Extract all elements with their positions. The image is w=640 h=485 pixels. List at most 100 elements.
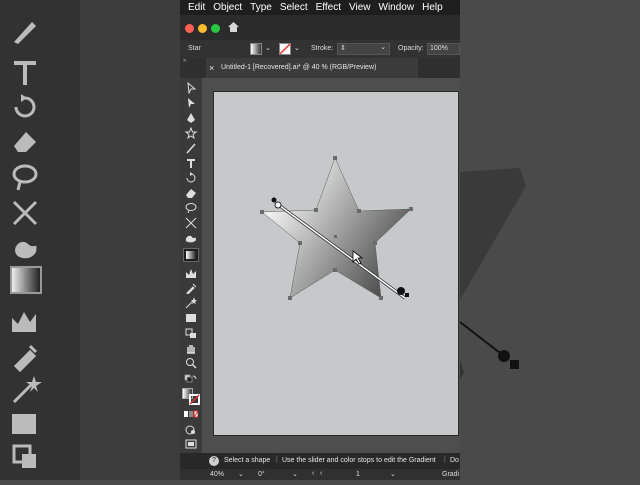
direct-selection-tool-icon[interactable]	[184, 82, 198, 94]
stroke-weight-chevron-down-icon[interactable]: ⌄	[380, 43, 386, 51]
stroke-stepper-icon[interactable]: ⇕	[340, 44, 346, 52]
blob-icon	[15, 241, 37, 259]
background-right-panel	[459, 0, 640, 480]
title-bar	[180, 15, 460, 40]
previous-artboard-icon[interactable]: ‹	[312, 470, 314, 477]
eyedropper-icon	[13, 344, 38, 372]
stroke-none-swatch-icon[interactable]	[279, 43, 291, 55]
menu-edit[interactable]: Edit	[188, 2, 205, 13]
eyedropper-tool-icon[interactable]	[184, 282, 198, 294]
zoom-level[interactable]: 40%	[210, 471, 224, 478]
rotate-tool-icon[interactable]	[184, 172, 198, 184]
status-bar: ? Select a shape | Use the slider and co…	[180, 453, 460, 469]
artboard[interactable]	[214, 92, 458, 435]
chart-icon	[12, 312, 36, 332]
menu-view[interactable]: View	[349, 2, 371, 13]
brush-icon	[14, 22, 36, 44]
color-mode-icons[interactable]	[184, 408, 198, 420]
opacity-field[interactable]: 100%	[427, 43, 460, 55]
stroke-dropdown-chevron-down-icon[interactable]: ⌄	[294, 44, 300, 52]
menu-help[interactable]: Help	[422, 2, 443, 13]
zoom-chevron-down-icon[interactable]: ⌄	[238, 470, 244, 478]
scissors-tool-icon[interactable]	[184, 217, 198, 229]
object-type-label: Star	[188, 45, 201, 52]
artboard-chevron-down-icon[interactable]: ⌄	[390, 470, 396, 478]
artboard-tool-icon[interactable]	[184, 327, 198, 339]
fill-swatch[interactable]	[250, 43, 262, 55]
selection-tool-icon[interactable]	[184, 97, 198, 109]
rotate-icon	[14, 94, 36, 118]
background-left-strip	[80, 0, 180, 480]
menu-effect[interactable]: Effect	[316, 2, 341, 13]
gradient-tool-button[interactable]	[183, 248, 199, 262]
gradient-end-stop[interactable]	[397, 287, 405, 295]
status-hint-gradient: Use the slider and color stops to edit t…	[282, 457, 436, 464]
previous-artboard-icon[interactable]: ‹	[320, 470, 322, 477]
document-tab[interactable]: × Untitled-1 [Recovered].ai* @ 40 % (RGB…	[206, 58, 418, 78]
default-fill-stroke-icon[interactable]	[184, 374, 198, 386]
slice-tool-icon[interactable]	[184, 312, 198, 324]
fill-dropdown-chevron-down-icon[interactable]: ⌄	[265, 44, 271, 52]
type-tool-icon[interactable]	[184, 157, 198, 169]
status-hint-select: Select a shape	[224, 457, 271, 464]
status-divider: |	[276, 456, 278, 463]
draw-mode-icon[interactable]	[184, 424, 198, 436]
star-tool-icon[interactable]	[184, 127, 198, 139]
gradient-start-stop[interactable]	[274, 201, 282, 209]
artboard-icon	[12, 444, 36, 468]
scissors-icon	[12, 200, 38, 226]
mesh-tool-icon[interactable]	[184, 267, 198, 279]
illustrator-window: Edit Object Type Select Effect View Wind…	[180, 0, 460, 480]
status-hint-more: Do	[450, 457, 459, 464]
fill-stroke-widget[interactable]	[182, 388, 200, 405]
paintbrush-tool-icon[interactable]	[184, 142, 198, 154]
zoom-window-button[interactable]	[211, 24, 220, 33]
close-window-button[interactable]	[185, 24, 194, 33]
gradient-end-handle[interactable]	[405, 293, 409, 297]
zoom-tool-icon[interactable]	[184, 357, 198, 369]
pen-tool-icon[interactable]	[184, 112, 198, 124]
gradient-tool-icon	[10, 266, 42, 294]
hand-tool-icon[interactable]	[184, 342, 198, 354]
shape-builder-tool-icon[interactable]	[184, 232, 198, 244]
control-bar: Star ⌄ ⌄ Stroke: ⇕ ⌄ Opacity: 100%	[180, 40, 460, 58]
magic-wand-icon	[12, 376, 42, 404]
gradient-tool-icon	[186, 251, 196, 259]
artboard-number[interactable]: 1	[356, 471, 360, 478]
tools-panel	[180, 78, 202, 453]
type-icon	[14, 61, 36, 85]
menu-window[interactable]: Window	[379, 2, 415, 13]
lasso-tool-icon[interactable]	[184, 202, 198, 214]
canvas-area[interactable]	[202, 78, 460, 453]
close-tab-icon[interactable]: ×	[209, 58, 214, 78]
stroke-label: Stroke:	[311, 45, 334, 52]
opacity-value: 100%	[430, 45, 448, 52]
eraser-icon	[14, 132, 36, 152]
panel-collapse-icon[interactable]: »	[183, 58, 186, 64]
menu-object[interactable]: Object	[213, 2, 242, 13]
menu-select[interactable]: Select	[280, 2, 308, 13]
document-tab-title: Untitled-1 [Recovered].ai* @ 40 % (RGB/P…	[221, 64, 377, 71]
slice-icon	[12, 414, 36, 434]
rotation-value[interactable]: 0°	[258, 471, 265, 478]
menu-bar: Edit Object Type Select Effect View Wind…	[180, 0, 460, 15]
background-left-panel	[0, 0, 80, 480]
stroke-weight-field[interactable]: ⇕ ⌄	[337, 43, 390, 55]
stroke-color-none-icon[interactable]	[189, 394, 200, 405]
rotation-chevron-down-icon[interactable]: ⌄	[292, 470, 298, 478]
opacity-label: Opacity:	[398, 45, 424, 52]
status-divider: |	[444, 456, 446, 463]
menu-type[interactable]: Type	[250, 2, 272, 13]
tool-mode-label: Gradi	[442, 471, 460, 478]
screen-mode-icon[interactable]	[184, 438, 198, 450]
eraser-tool-icon[interactable]	[184, 187, 198, 199]
help-icon[interactable]: ?	[209, 456, 219, 466]
bottom-bar: 40% ⌄ 0° ⌄ ‹ ‹ 1 ⌄ Gradi	[180, 469, 460, 480]
minimize-window-button[interactable]	[198, 24, 207, 33]
lasso-icon	[12, 164, 38, 191]
home-icon[interactable]	[227, 21, 240, 33]
background-star-shadow-icon	[459, 168, 526, 380]
star-shape[interactable]	[214, 92, 458, 435]
magic-wand-tool-icon[interactable]	[184, 297, 198, 309]
gradient-origin-handle[interactable]	[271, 197, 277, 203]
